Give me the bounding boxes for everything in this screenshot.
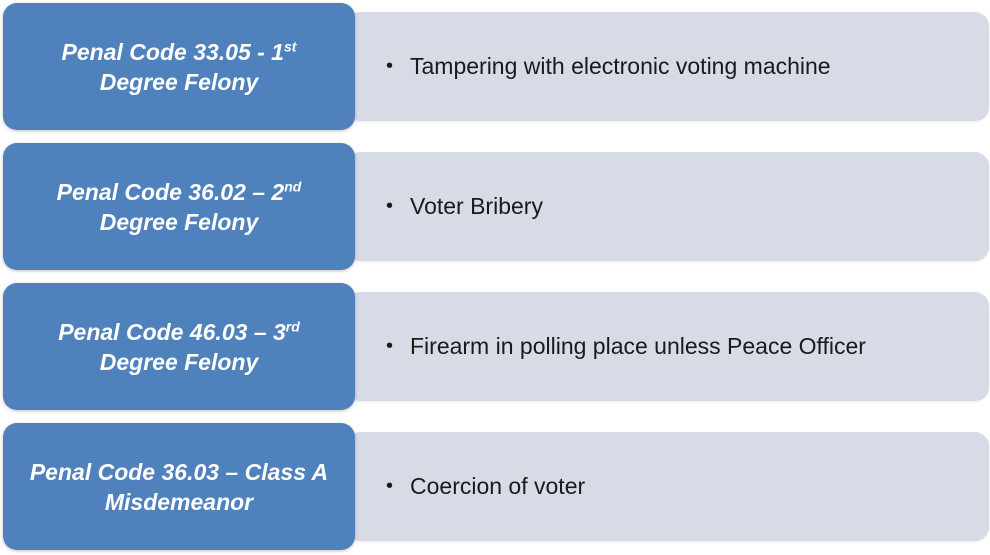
- bullet-icon: •: [386, 475, 394, 497]
- penal-code-line2: Degree Felony: [99, 348, 259, 375]
- penal-code-box: Penal Code 33.05 - 1st Degree Felony: [3, 3, 355, 130]
- penal-code-box: Penal Code 46.03 – 3rd Degree Felony: [3, 283, 355, 410]
- offense-row-1: • Tampering with electronic voting machi…: [0, 0, 990, 132]
- penal-code-line2: Misdemeanor: [104, 488, 254, 515]
- offense-bullet-item: • Coercion of voter: [386, 432, 585, 541]
- offense-description: Tampering with electronic voting machine: [410, 53, 831, 79]
- offense-description: Firearm in polling place unless Peace Of…: [410, 333, 866, 359]
- penal-code-line2: Degree Felony: [99, 68, 259, 95]
- penal-code-line1: Penal Code 36.02 – 2: [56, 178, 285, 205]
- offense-detail-box: • Tampering with electronic voting machi…: [346, 12, 989, 121]
- degree-ordinal-suffix: rd: [285, 317, 300, 334]
- offense-bullet-item: • Firearm in polling place unless Peace …: [386, 292, 866, 401]
- offense-bullet-item: • Voter Bribery: [386, 152, 543, 261]
- offense-description: Voter Bribery: [410, 193, 543, 219]
- bullet-icon: •: [386, 55, 394, 77]
- offense-detail-box: • Voter Bribery: [346, 152, 989, 261]
- penal-code-box: Penal Code 36.03 – Class A Misdemeanor: [3, 423, 355, 550]
- offense-detail-box: • Coercion of voter: [346, 432, 989, 541]
- penal-code-line1: Penal Code 46.03 – 3: [58, 318, 286, 345]
- offense-bullet-item: • Tampering with electronic voting machi…: [386, 12, 831, 121]
- offense-description: Coercion of voter: [410, 473, 586, 499]
- penal-code-label: Penal Code 33.05 - 1st Degree Felony: [9, 37, 349, 97]
- penal-code-box: Penal Code 36.02 – 2nd Degree Felony: [3, 143, 355, 270]
- penal-code-label: Penal Code 36.03 – Class A Misdemeanor: [9, 457, 349, 517]
- penal-code-line1: Penal Code 36.03 – Class A: [29, 458, 329, 485]
- offense-row-4: • Coercion of voter Penal Code 36.03 – C…: [0, 420, 990, 552]
- offense-row-2: • Voter Bribery Penal Code 36.02 – 2nd D…: [0, 140, 990, 272]
- offense-detail-box: • Firearm in polling place unless Peace …: [346, 292, 989, 401]
- bullet-icon: •: [386, 195, 394, 217]
- penal-code-label: Penal Code 46.03 – 3rd Degree Felony: [9, 317, 349, 377]
- degree-ordinal-suffix: nd: [284, 177, 302, 194]
- offense-row-3: • Firearm in polling place unless Peace …: [0, 280, 990, 412]
- penal-code-line2: Degree Felony: [99, 208, 259, 235]
- bullet-icon: •: [386, 335, 394, 357]
- penal-code-label: Penal Code 36.02 – 2nd Degree Felony: [9, 177, 349, 237]
- degree-ordinal-suffix: st: [283, 37, 297, 54]
- penal-code-line1: Penal Code 33.05 - 1: [61, 38, 284, 65]
